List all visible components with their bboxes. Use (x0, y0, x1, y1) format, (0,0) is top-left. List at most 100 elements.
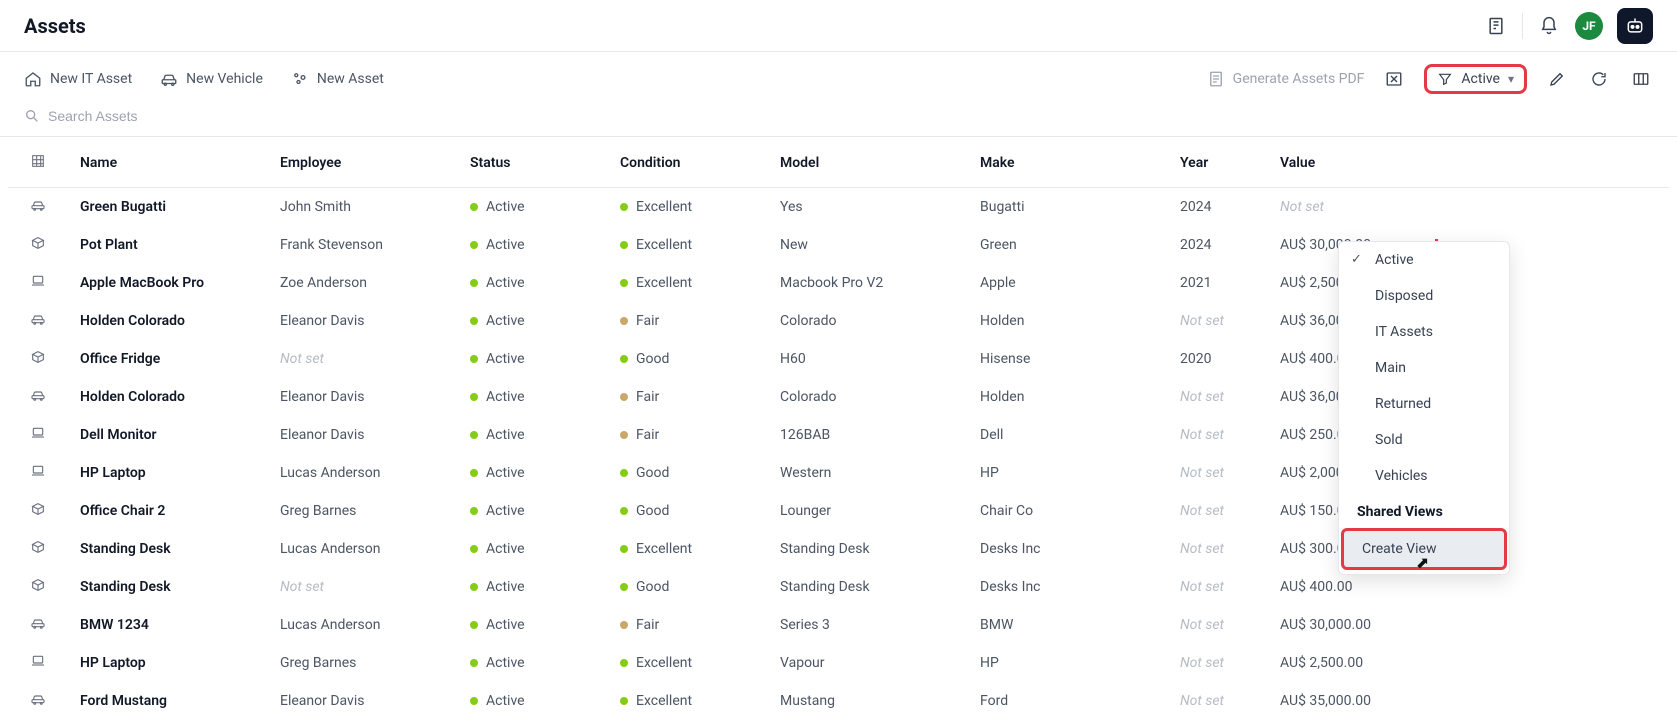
generate-pdf-button[interactable]: Generate Assets PDF (1207, 70, 1365, 88)
cell-employee: Not set (280, 579, 324, 595)
cell-year: Not set (1180, 617, 1224, 633)
new-it-asset-label: New IT Asset (50, 71, 132, 87)
condition-dot-icon (620, 279, 628, 287)
cell-condition: Excellent (636, 541, 692, 557)
cell-employee: Not set (280, 351, 324, 367)
chevron-down-icon: ▾ (1508, 72, 1514, 86)
table-row[interactable]: Green Bugatti John Smith Active Excellen… (8, 188, 1669, 227)
cell-name: Pot Plant (80, 237, 138, 253)
filter-option[interactable]: Sold (1339, 422, 1509, 458)
cell-value: Not set (1280, 199, 1324, 215)
cell-year: 2021 (1180, 275, 1211, 291)
cell-name: Dell Monitor (80, 427, 157, 443)
row-type-icon (30, 311, 46, 327)
cell-model: Standing Desk (780, 579, 870, 595)
cell-name: Holden Colorado (80, 389, 185, 405)
export-excel-icon[interactable] (1382, 67, 1406, 91)
cell-year: Not set (1180, 427, 1224, 443)
cell-employee: John Smith (280, 199, 351, 215)
cell-make: Desks Inc (980, 579, 1041, 595)
table-row[interactable]: BMW 1234 Lucas Anderson Active Fair Seri… (8, 606, 1669, 644)
cell-status: Active (486, 427, 525, 443)
table-row[interactable]: HP Laptop Greg Barnes Active Excellent V… (8, 644, 1669, 682)
search-icon (24, 108, 40, 124)
filter-dropdown-panel: ActiveDisposedIT AssetsMainReturnedSoldV… (1338, 241, 1510, 575)
avatar[interactable]: JF (1575, 12, 1603, 40)
cell-make: BMW (980, 617, 1013, 633)
cell-status: Active (486, 503, 525, 519)
edit-icon[interactable] (1545, 67, 1569, 91)
col-employee[interactable]: Employee (268, 137, 458, 188)
filter-option[interactable]: Returned (1339, 386, 1509, 422)
status-dot-icon (470, 659, 478, 667)
row-type-icon (30, 349, 46, 365)
cell-make: Ford (980, 693, 1008, 709)
col-status[interactable]: Status (458, 137, 608, 188)
cell-employee: Lucas Anderson (280, 465, 380, 481)
row-type-icon (30, 387, 46, 403)
cell-name: Standing Desk (80, 541, 171, 557)
bell-icon[interactable] (1537, 14, 1561, 38)
cell-model: New (780, 237, 808, 253)
cell-year: 2024 (1180, 199, 1211, 215)
cell-name: Holden Colorado (80, 313, 185, 329)
status-dot-icon (470, 621, 478, 629)
filter-option[interactable]: Active (1339, 242, 1509, 278)
assistant-icon[interactable] (1617, 8, 1653, 44)
filter-option[interactable]: IT Assets (1339, 314, 1509, 350)
cell-year: Not set (1180, 693, 1224, 709)
search-input[interactable] (48, 108, 348, 124)
col-value[interactable]: Value (1268, 137, 1669, 188)
status-dot-icon (470, 697, 478, 705)
table-row[interactable]: Ford Mustang Eleanor Davis Active Excell… (8, 682, 1669, 720)
row-type-icon (30, 197, 46, 213)
status-dot-icon (470, 279, 478, 287)
status-dot-icon (470, 393, 478, 401)
row-type-icon (30, 501, 46, 517)
cell-condition: Fair (636, 617, 659, 633)
cell-make: Bugatti (980, 199, 1024, 215)
new-asset-label: New Asset (317, 71, 384, 87)
row-type-icon (30, 463, 46, 479)
condition-dot-icon (620, 317, 628, 325)
cell-year: Not set (1180, 389, 1224, 405)
col-condition[interactable]: Condition (608, 137, 768, 188)
cell-make: Holden (980, 313, 1024, 329)
cell-make: Apple (980, 275, 1016, 291)
divider (1522, 13, 1523, 39)
cell-model: Mustang (780, 693, 835, 709)
filter-option[interactable]: Main (1339, 350, 1509, 386)
create-view-button[interactable]: Create View⬉ (1341, 528, 1507, 570)
new-asset-button[interactable]: New Asset (291, 70, 384, 88)
condition-dot-icon (620, 393, 628, 401)
cell-status: Active (486, 617, 525, 633)
col-name[interactable]: Name (68, 137, 268, 188)
filter-option[interactable]: Vehicles (1339, 458, 1509, 494)
cell-employee: Lucas Anderson (280, 541, 380, 557)
refresh-icon[interactable] (1587, 67, 1611, 91)
cell-model: Western (780, 465, 831, 481)
condition-dot-icon (620, 659, 628, 667)
new-it-asset-button[interactable]: New IT Asset (24, 70, 132, 88)
cell-employee: Eleanor Davis (280, 313, 364, 329)
col-model[interactable]: Model (768, 137, 968, 188)
org-icon[interactable] (1484, 14, 1508, 38)
new-vehicle-button[interactable]: New Vehicle (160, 70, 263, 88)
cell-model: 126BAB (780, 427, 830, 443)
cell-status: Active (486, 389, 525, 405)
cell-status: Active (486, 237, 525, 253)
columns-icon[interactable] (1629, 67, 1653, 91)
cell-year: 2024 (1180, 237, 1211, 253)
col-year[interactable]: Year (1168, 137, 1268, 188)
cell-model: Lounger (780, 503, 831, 519)
filter-option[interactable]: Disposed (1339, 278, 1509, 314)
col-type-icon[interactable] (8, 137, 68, 188)
col-make[interactable]: Make (968, 137, 1168, 188)
condition-dot-icon (620, 507, 628, 515)
cell-condition: Fair (636, 427, 659, 443)
cell-name: Green Bugatti (80, 199, 166, 215)
filter-dropdown-button[interactable]: Active ▾ (1424, 64, 1527, 94)
status-dot-icon (470, 431, 478, 439)
cell-employee: Lucas Anderson (280, 617, 380, 633)
filter-shared-views-header: Shared Views (1339, 494, 1509, 526)
